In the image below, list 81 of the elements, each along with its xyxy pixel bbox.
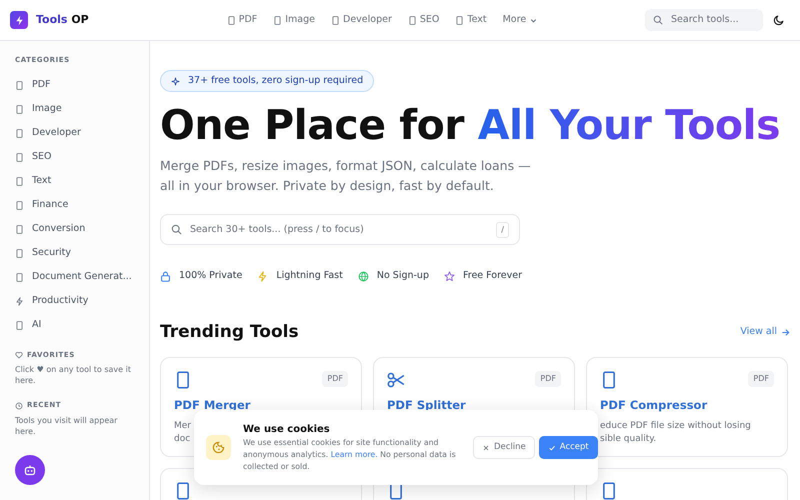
nav-link[interactable]: SEO — [408, 12, 440, 28]
check-icon — [548, 444, 556, 452]
close-icon — [482, 444, 490, 452]
square-icon — [15, 105, 24, 114]
square-icon — [408, 16, 417, 24]
hero-title: One Place for All Your Tools — [160, 101, 781, 150]
sidebar-item[interactable]: Text — [15, 170, 134, 194]
category-tag: PDF — [748, 371, 774, 388]
sidebar-item[interactable]: AI — [15, 314, 134, 338]
category-tag: PDF — [322, 371, 348, 388]
sidebar-item[interactable]: PDF — [15, 74, 134, 98]
more-dropdown[interactable]: More — [502, 12, 538, 28]
nav-link[interactable]: PDF — [226, 12, 258, 28]
square-icon — [273, 16, 282, 24]
lightning-icon — [257, 271, 268, 282]
hero-subtitle: Merge PDFs, resize images, format JSON, calculate loans — all in your browser. Private by design, fast by default. — [160, 157, 532, 196]
feature-label: 100% Private — [179, 269, 242, 284]
tool-name: PDF Splitter — [387, 397, 467, 414]
logo-text: Tools OP — [36, 12, 89, 28]
sidebar-item[interactable]: Conversion — [15, 218, 134, 242]
feature-label: Free Forever — [462, 269, 522, 284]
badge-text: 37+ free tools, zero sign-up required — [188, 74, 364, 88]
square-icon — [15, 177, 24, 186]
sidebar-item[interactable]: SEO — [15, 146, 134, 170]
square-icon — [15, 225, 24, 234]
theme-toggle[interactable] — [773, 14, 785, 26]
sparkle-icon — [171, 76, 180, 86]
square-icon — [331, 16, 340, 24]
lightning-icon — [15, 297, 24, 306]
view-all-link[interactable]: View all — [740, 325, 790, 340]
square-icon — [174, 371, 192, 390]
nav-link[interactable]: Image — [273, 12, 316, 28]
nav-link[interactable]: Text — [455, 12, 487, 28]
feature-label: Lightning Fast — [276, 269, 343, 284]
tool-name: PDF Merger — [174, 397, 252, 414]
square-icon — [15, 273, 24, 282]
section-title: Trending Tools — [160, 320, 299, 344]
square-icon — [15, 201, 24, 210]
clock-icon — [15, 402, 23, 410]
lock-icon — [160, 271, 171, 282]
sidebar-item[interactable]: Document Generat... — [15, 266, 134, 290]
search-icon — [653, 15, 663, 25]
sidebar-item[interactable]: Developer — [15, 122, 134, 146]
feature-label: No Sign-up — [376, 269, 429, 284]
globe-icon — [358, 271, 369, 282]
heart-icon — [15, 350, 23, 359]
hint-text: Click ♥ on any tool to save it here. — [15, 364, 132, 386]
nav-link[interactable]: Developer — [331, 12, 392, 28]
sidebar-item[interactable]: Image — [15, 98, 134, 122]
robot-icon — [23, 463, 37, 477]
lightning-icon — [14, 14, 24, 26]
square-icon — [600, 371, 618, 390]
category-tag: PDF — [535, 371, 561, 388]
hint-text: Tools you visit will appear here. — [15, 414, 118, 438]
tool-description: Mer doc — [174, 420, 192, 446]
sidebar-item[interactable]: Finance — [15, 194, 134, 218]
sidebar-item[interactable]: Security — [15, 242, 134, 266]
star-icon — [444, 271, 455, 282]
square-icon — [15, 321, 24, 330]
square-icon — [15, 129, 24, 138]
accept-button[interactable]: Accept — [538, 436, 598, 459]
decline-button[interactable]: Decline — [473, 436, 535, 459]
square-icon — [600, 482, 618, 500]
search-field[interactable]: Search 30+ tools... (press / to focus) / — [160, 214, 520, 246]
square-icon — [226, 16, 236, 24]
square-icon — [15, 81, 24, 90]
square-icon — [15, 249, 24, 258]
tool-description: educe PDF file size without losing sible quality. — [600, 420, 751, 446]
cookie-title: We use cookies — [243, 422, 331, 437]
square-icon — [174, 482, 192, 500]
search-field[interactable]: Search tools... — [645, 9, 763, 31]
shortcut-key: / — [496, 222, 509, 238]
scissors-icon — [387, 371, 405, 390]
search-icon — [171, 224, 182, 236]
cookie-icon — [212, 441, 225, 454]
tool-name: PDF Compressor — [600, 397, 708, 414]
square-icon — [455, 16, 464, 24]
sidebar-item[interactable]: Productivity — [15, 290, 134, 314]
arrow-icon — [781, 328, 790, 337]
moon-icon — [773, 14, 785, 26]
square-icon — [15, 153, 24, 162]
